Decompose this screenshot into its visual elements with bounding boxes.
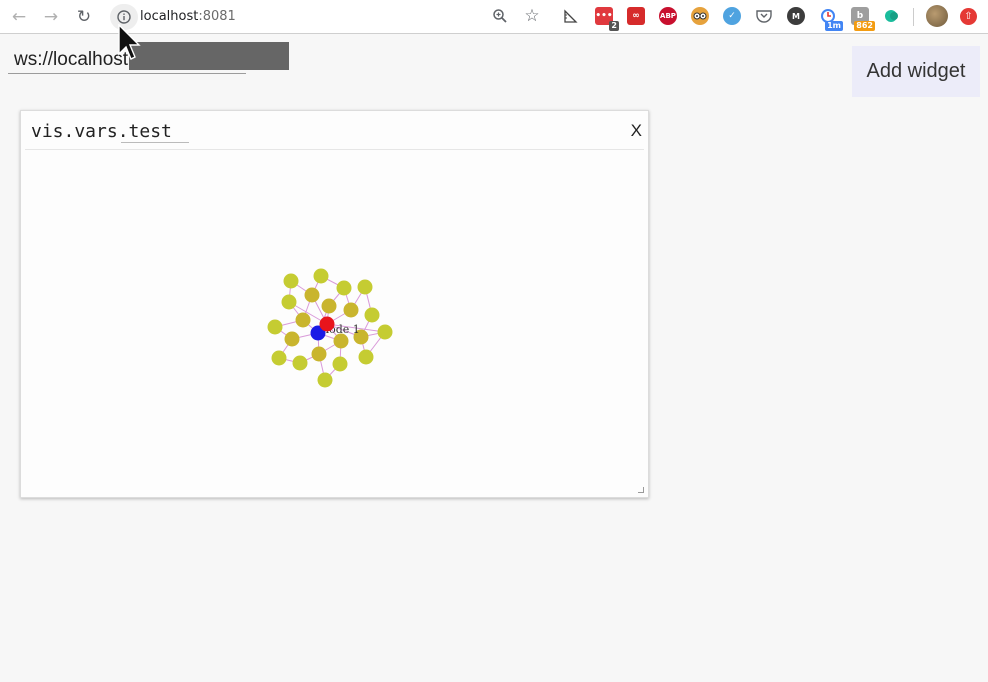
reload-icon[interactable]: ↻ [73,6,95,28]
add-widget-button[interactable]: Add widget [852,46,980,97]
timer-badge: 1m [825,21,843,31]
graph-node[interactable] [284,331,300,347]
bookmark-badge: 862 [854,21,875,31]
update-arrow-icon[interactable]: ⇧ [960,8,977,25]
mendeley-extension-icon[interactable]: ∞ [627,7,645,25]
ruler-extension-icon[interactable] [562,7,580,25]
graph-node[interactable] [321,298,337,314]
graph-node[interactable] [295,312,311,328]
pocket-icon[interactable] [755,7,773,25]
timer-extension-icon[interactable]: 1m [819,7,843,31]
browser-toolbar: ← → ↻ localhost:8081 ☆ ••• 2 ∞ ABP ✓ M 1m… [0,0,988,34]
input-selection-overlay [129,42,289,70]
widget-header-divider [25,149,644,150]
graph-node[interactable] [271,350,287,366]
graph-node[interactable] [281,294,297,310]
bookmark-extension-icon[interactable]: b 862 [851,7,875,31]
graph-node[interactable] [283,273,299,289]
profile-avatar[interactable] [926,5,948,27]
leaf-extension-icon[interactable] [883,7,901,25]
graph-node[interactable] [358,349,374,365]
network-graph[interactable]: node 1 [21,151,648,491]
graph-node[interactable] [336,280,352,296]
url-port: :8081 [198,9,236,24]
graph-node[interactable] [364,307,380,323]
graph-node[interactable] [317,372,333,388]
mouse-cursor [118,24,141,60]
graph-node[interactable] [313,268,329,284]
highlighted-graph-node[interactable] [319,316,335,332]
back-arrow-icon[interactable]: ← [8,6,30,28]
bookmark-star-icon[interactable]: ☆ [523,6,541,26]
meetup-badge: 2 [609,21,619,31]
graph-node[interactable] [267,319,283,335]
toolbar-separator [913,8,914,26]
address-bar[interactable]: localhost:8081 [140,9,236,24]
graph-node[interactable] [292,355,308,371]
url-host: localhost [140,9,199,24]
graph-widget-panel: vis.vars.test X node 1 [20,110,649,498]
widget-title: vis.vars.test [31,121,172,142]
adblock-plus-icon[interactable]: ABP [659,7,677,25]
m-extension-icon[interactable]: M [787,7,805,25]
graph-node[interactable] [377,324,393,340]
forward-arrow-icon[interactable]: → [40,6,62,28]
graph-node[interactable] [343,302,359,318]
title-underline [121,142,189,143]
checkmark-extension-icon[interactable]: ✓ [723,7,741,25]
resize-handle[interactable] [638,487,644,493]
meetup-extension-icon[interactable]: ••• 2 [595,7,619,31]
zoom-icon[interactable] [491,7,509,25]
owl-extension-icon[interactable] [691,7,709,25]
widget-close-button[interactable]: X [631,121,642,141]
graph-node[interactable] [311,346,327,362]
graph-node[interactable] [304,287,320,303]
graph-node[interactable] [332,356,348,372]
graph-node[interactable] [357,279,373,295]
